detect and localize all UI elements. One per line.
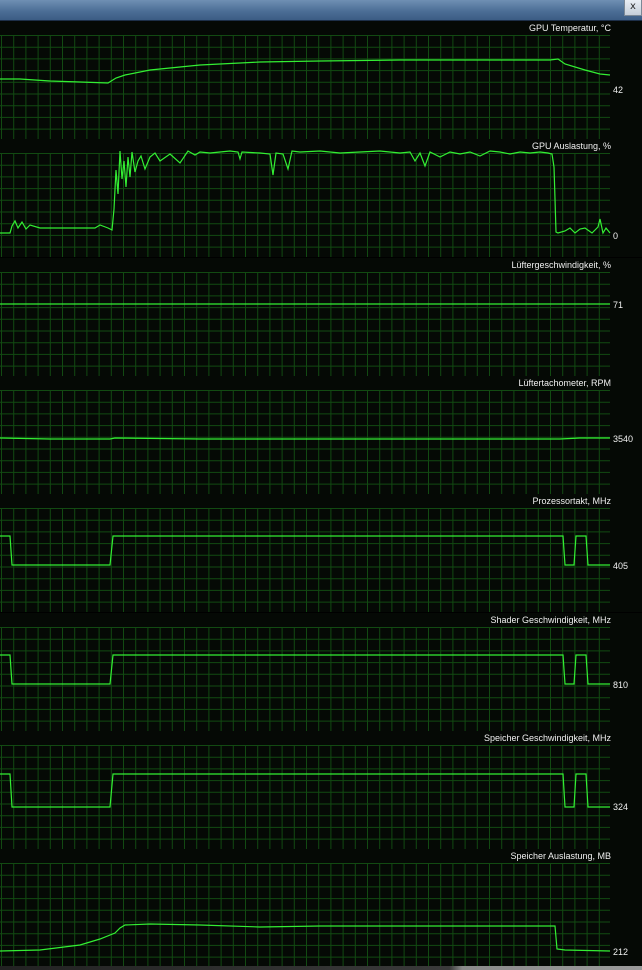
graph-line-memory-clock	[0, 773, 610, 808]
window-bottom-border	[0, 966, 642, 970]
graph-panel-memory-clock: Speicher Geschwindigkeit, MHz 324	[0, 731, 642, 849]
graph-title: Prozessortakt, MHz	[532, 496, 611, 506]
graph-canvas	[0, 35, 611, 139]
graph-canvas	[0, 745, 610, 849]
graph-grid	[0, 508, 610, 612]
graph-line-fan-tachometer	[0, 437, 610, 440]
graph-canvas	[0, 272, 610, 376]
monitoring-graphs: GPU Temperatur, °C 42 GPU Auslastung, % 0 Lü…	[0, 21, 642, 967]
graph-panel-memory-usage: Speicher Auslastung, MB 212	[0, 849, 642, 967]
close-button[interactable]: x	[624, 0, 642, 16]
graph-canvas	[0, 390, 610, 494]
graph-panel-core-clock: Prozessortakt, MHz 405	[0, 494, 642, 612]
graph-line-shader-clock	[0, 654, 610, 685]
graph-title: Speicher Geschwindigkeit, MHz	[483, 733, 611, 743]
graph-grid	[0, 745, 610, 849]
graph-canvas	[0, 150, 611, 257]
graph-line-memory-usage	[0, 923, 611, 952]
graph-canvas	[0, 627, 610, 731]
graph-panel-fan-speed: Lüftergeschwindigkeit, % 71	[0, 258, 642, 376]
graph-grid	[0, 35, 610, 139]
graph-title: GPU Auslastung, %	[531, 141, 611, 151]
graph-grid	[0, 272, 610, 376]
graph-title: GPU Temperatur, °C	[529, 23, 611, 33]
window-titlebar: x	[0, 0, 642, 21]
graph-current-value: 0	[613, 231, 619, 241]
graph-panel-shader-clock: Shader Geschwindigkeit, MHz 810	[0, 613, 642, 731]
graph-title: Lüftergeschwindigkeit, %	[511, 260, 611, 270]
graph-current-value: 3540	[613, 434, 634, 444]
graph-current-value: 324	[613, 802, 629, 812]
graph-current-value: 405	[613, 561, 629, 571]
graph-title: Lüftertachometer, RPM	[518, 378, 611, 388]
graph-line-gpu-usage	[0, 150, 611, 235]
graph-title: Shader Geschwindigkeit, MHz	[490, 615, 611, 625]
graph-current-value: 42	[613, 85, 624, 95]
graph-panel-gpu-temperature: GPU Temperatur, °C 42	[0, 21, 642, 139]
graph-current-value: 810	[613, 680, 629, 690]
graph-grid	[0, 153, 610, 257]
graph-panel-fan-tachometer: Lüftertachometer, RPM 3540	[0, 376, 642, 494]
graph-grid	[0, 863, 610, 967]
graph-grid	[0, 390, 610, 494]
graph-current-value: 71	[613, 300, 624, 310]
graph-canvas	[0, 508, 610, 612]
graph-title: Speicher Auslastung, MB	[510, 851, 611, 861]
graph-panel-gpu-usage: GPU Auslastung, % 0	[0, 139, 642, 257]
graph-line-core-clock	[0, 535, 610, 566]
graph-canvas	[0, 863, 611, 967]
graph-current-value: 212	[613, 947, 629, 957]
graph-grid	[0, 627, 610, 731]
